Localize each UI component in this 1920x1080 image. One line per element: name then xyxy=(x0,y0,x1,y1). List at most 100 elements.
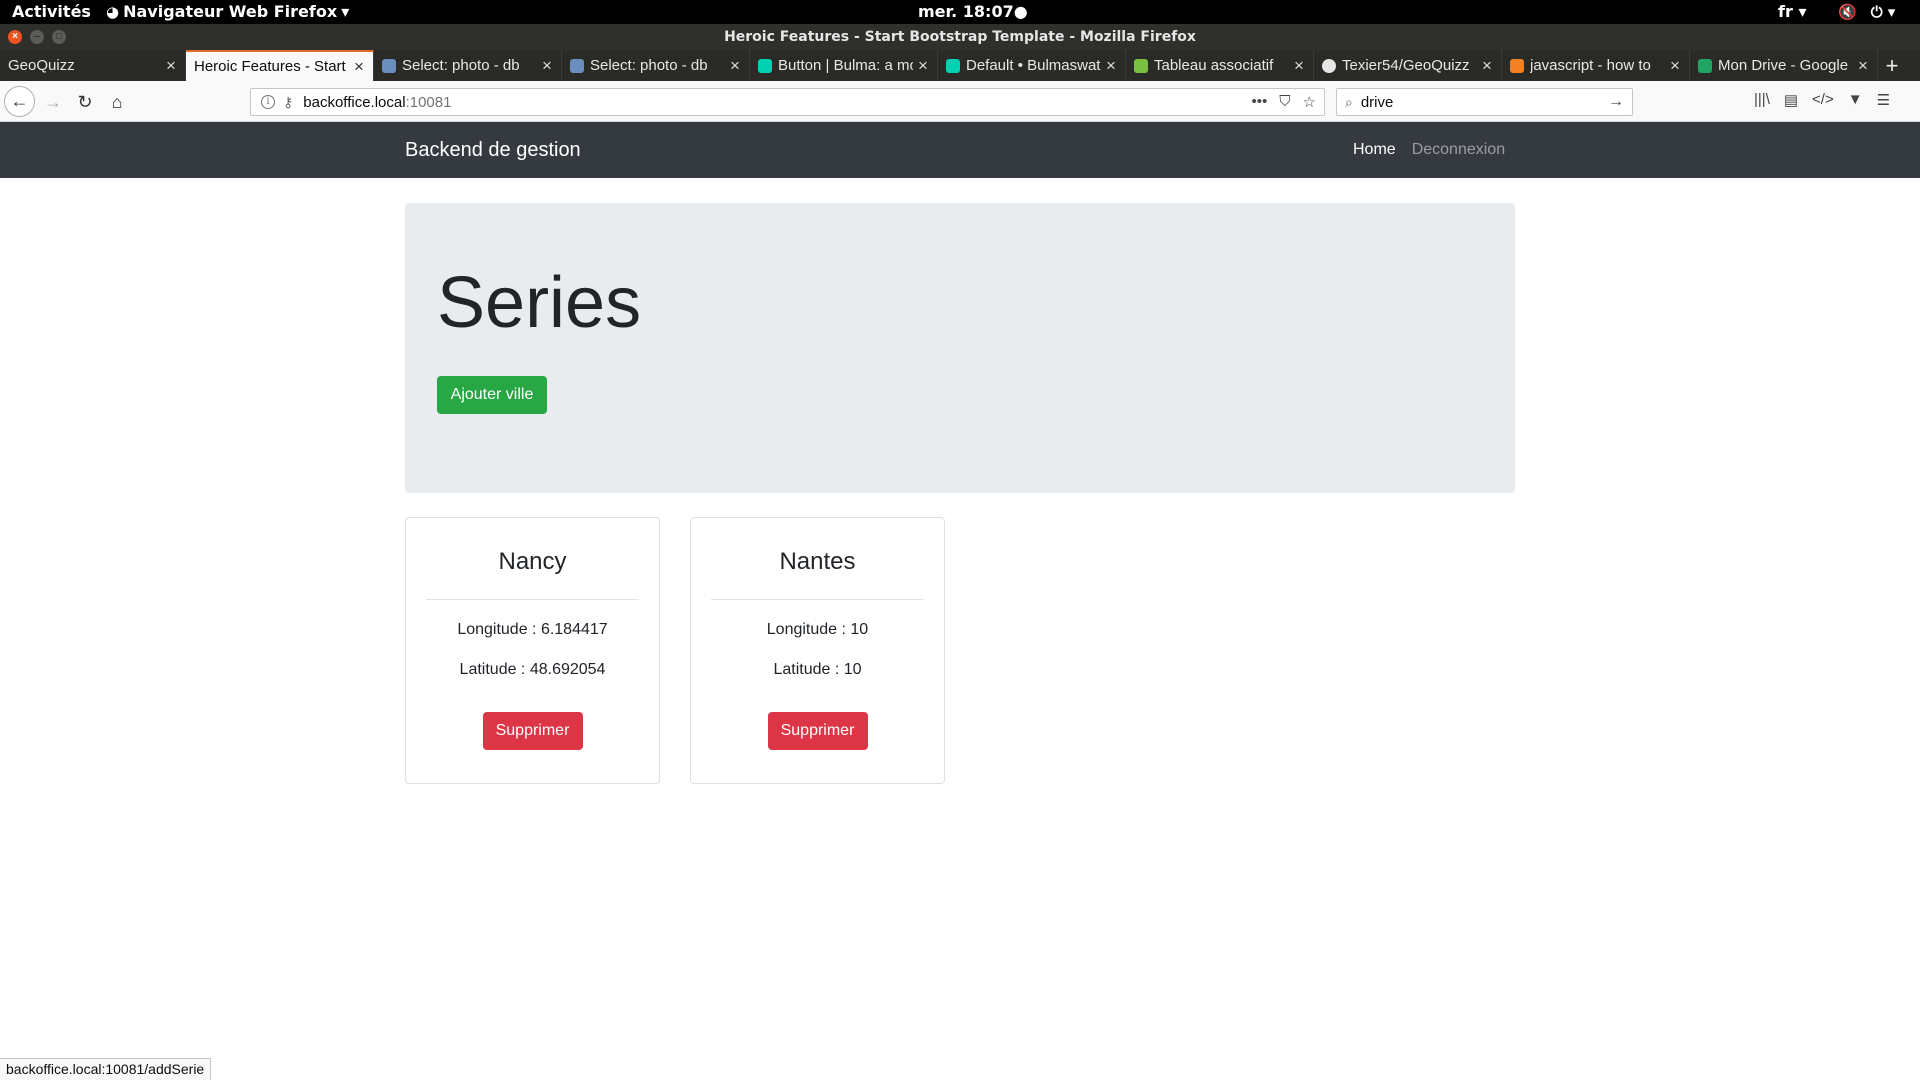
tab-google-drive[interactable]: Mon Drive - Google Drive × xyxy=(1690,50,1878,81)
city-card-nancy: Nancy Longitude : 6.184417 Latitude : 48… xyxy=(405,517,660,784)
volume-muted-icon: 🔇 xyxy=(1838,3,1857,21)
bookmark-star-icon[interactable]: ☆ xyxy=(1303,93,1316,111)
power-icon: ⏻ ▾ xyxy=(1870,3,1896,21)
github-icon xyxy=(1322,58,1336,73)
page-title: Series xyxy=(437,263,642,343)
close-tab-icon[interactable]: × xyxy=(1665,56,1685,76)
card-title: Nancy xyxy=(498,548,567,575)
firefox-icon: ◕ xyxy=(106,2,120,21)
tab-geoquizz[interactable]: GeoQuizz × xyxy=(0,50,186,81)
close-tab-icon[interactable]: × xyxy=(1477,56,1497,76)
card-title: Nantes xyxy=(779,548,856,575)
close-tab-icon[interactable]: × xyxy=(1289,56,1309,76)
xul-icon xyxy=(1134,58,1148,73)
pocket-icon[interactable]: ⛉ xyxy=(1279,93,1290,111)
card-longitude: Longitude : 10 xyxy=(766,621,869,638)
card-latitude: Latitude : 48.692054 xyxy=(459,661,606,678)
phpmyadmin-icon xyxy=(570,58,584,73)
close-tab-icon[interactable]: × xyxy=(161,56,181,76)
tab-bulma-button[interactable]: Button | Bulma: a modern CSS framework × xyxy=(750,50,938,81)
reload-icon: ↻ xyxy=(77,92,93,112)
tab-tableau-associatif[interactable]: Tableau associatif × xyxy=(1126,50,1314,81)
tab-label: Button | Bulma: a modern CSS framework xyxy=(778,57,913,74)
page-actions-icon[interactable]: ••• xyxy=(1252,93,1268,111)
chevron-down-icon: ▾ xyxy=(341,2,350,21)
home-icon: ⌂ xyxy=(111,92,123,112)
site-nav-links: Home Deconnexion xyxy=(1353,141,1505,159)
close-tab-icon[interactable]: × xyxy=(1853,56,1873,76)
close-tab-icon[interactable]: × xyxy=(913,56,933,76)
back-button[interactable]: ← xyxy=(4,86,35,117)
tab-label: Default • Bulmaswatch xyxy=(966,57,1101,74)
city-card-nantes: Nantes Longitude : 10 Latitude : 10 Supp… xyxy=(690,517,945,784)
system-tray[interactable]: 🔇 ⏻ ▾ xyxy=(1838,3,1895,21)
tab-label: GeoQuizz xyxy=(8,57,75,74)
tab-select-photo-1[interactable]: Select: photo - db × xyxy=(374,50,562,81)
app-menu-label: Navigateur Web Firefox xyxy=(123,2,338,21)
key-icon: ⚷ xyxy=(283,93,294,110)
search-input[interactable]: drive xyxy=(1361,94,1608,111)
tab-label: Tableau associatif xyxy=(1154,57,1274,74)
browser-toolbar: ← → ↻ ⌂ i ⚷ backoffice.local:10081 ••• ⛉… xyxy=(0,81,1920,122)
tab-heroic-features[interactable]: Heroic Features - Start Bootstrap Templa… xyxy=(186,50,374,81)
nav-home-link[interactable]: Home xyxy=(1353,141,1396,159)
library-icon[interactable]: |||\ xyxy=(1754,91,1770,109)
search-icon: ⌕ xyxy=(1345,93,1353,110)
arrow-right-icon: → xyxy=(44,92,62,112)
chevron-down-icon: ▾ xyxy=(1798,2,1807,21)
tab-github-geoquizz[interactable]: Texier54/GeoQuizz × xyxy=(1314,50,1502,81)
arrow-left-icon: ← xyxy=(10,91,29,111)
status-bar-link: backoffice.local:10081/addSerie xyxy=(0,1058,212,1080)
keyboard-layout-label: fr xyxy=(1778,2,1793,21)
info-icon[interactable]: i xyxy=(261,95,275,109)
url-bar[interactable]: i ⚷ backoffice.local:10081 ••• ⛉ ☆ xyxy=(250,88,1325,116)
keyboard-layout-indicator[interactable]: fr ▾ xyxy=(1778,2,1806,21)
tab-label: Mon Drive - Google Drive xyxy=(1718,57,1853,74)
card-latitude: Latitude : 10 xyxy=(773,661,862,678)
phpmyadmin-icon xyxy=(382,58,396,73)
tab-label: Heroic Features - Start Bootstrap Templa… xyxy=(194,58,349,75)
jumbotron: Series Ajouter ville xyxy=(405,203,1515,493)
url-host: backoffice.local xyxy=(303,93,406,111)
site-brand[interactable]: Backend de gestion xyxy=(405,139,581,162)
system-top-bar: Activités ◕ Navigateur Web Firefox ▾ mer… xyxy=(0,0,1920,24)
forward-button[interactable]: → xyxy=(40,89,66,115)
stackoverflow-icon xyxy=(1510,58,1524,73)
tab-stackoverflow[interactable]: javascript - how to × xyxy=(1502,50,1690,81)
tab-label: Select: photo - db xyxy=(590,57,708,74)
search-bar[interactable]: ⌕ drive → xyxy=(1336,88,1633,116)
site-navbar: Backend de gestion Home Deconnexion xyxy=(0,122,1920,178)
add-city-button[interactable]: Ajouter ville xyxy=(437,376,547,414)
close-tab-icon[interactable]: × xyxy=(537,56,557,76)
url-port: :10081 xyxy=(405,93,452,111)
delete-button[interactable]: Supprimer xyxy=(767,712,868,750)
tab-label: javascript - how to xyxy=(1530,57,1651,74)
home-button[interactable]: ⌂ xyxy=(104,89,130,115)
activities-button[interactable]: Activités xyxy=(12,2,91,21)
tab-strip: GeoQuizz × Heroic Features - Start Boots… xyxy=(0,50,1920,81)
close-tab-icon[interactable]: × xyxy=(1101,56,1121,76)
reload-button[interactable]: ↻ xyxy=(72,89,98,115)
app-menu[interactable]: ◕ Navigateur Web Firefox ▾ xyxy=(106,2,349,21)
hamburger-menu-icon[interactable]: ☰ xyxy=(1877,91,1890,109)
window-title: Heroic Features - Start Bootstrap Templa… xyxy=(724,29,1196,45)
url-actions: ••• ⛉ ☆ xyxy=(1252,93,1316,111)
toolbar-right-buttons: |||\ ▤ </> ▼ ☰ xyxy=(1754,91,1890,109)
extension-icon[interactable]: ▼ xyxy=(1848,91,1863,109)
tab-label: Texier54/GeoQuizz xyxy=(1342,57,1470,74)
system-clock[interactable]: mer. 18:07● xyxy=(918,2,1028,21)
sidebar-icon[interactable]: ▤ xyxy=(1784,91,1798,109)
card-longitude: Longitude : 6.184417 xyxy=(457,621,608,638)
nav-logout-link[interactable]: Deconnexion xyxy=(1412,141,1505,159)
window-titlebar: × – □ Heroic Features - Start Bootstrap … xyxy=(0,24,1920,50)
tab-select-photo-2[interactable]: Select: photo - db × xyxy=(562,50,750,81)
developer-tools-icon[interactable]: </> xyxy=(1812,91,1834,109)
delete-button[interactable]: Supprimer xyxy=(482,712,583,750)
close-tab-icon[interactable]: × xyxy=(349,57,369,77)
tab-label: Select: photo - db xyxy=(402,57,520,74)
new-tab-button[interactable]: + xyxy=(1880,50,1904,81)
tab-bulmaswatch[interactable]: Default • Bulmaswatch × xyxy=(938,50,1126,81)
close-tab-icon[interactable]: × xyxy=(725,56,745,76)
search-go-icon[interactable]: → xyxy=(1608,93,1624,111)
card-divider xyxy=(426,599,639,600)
